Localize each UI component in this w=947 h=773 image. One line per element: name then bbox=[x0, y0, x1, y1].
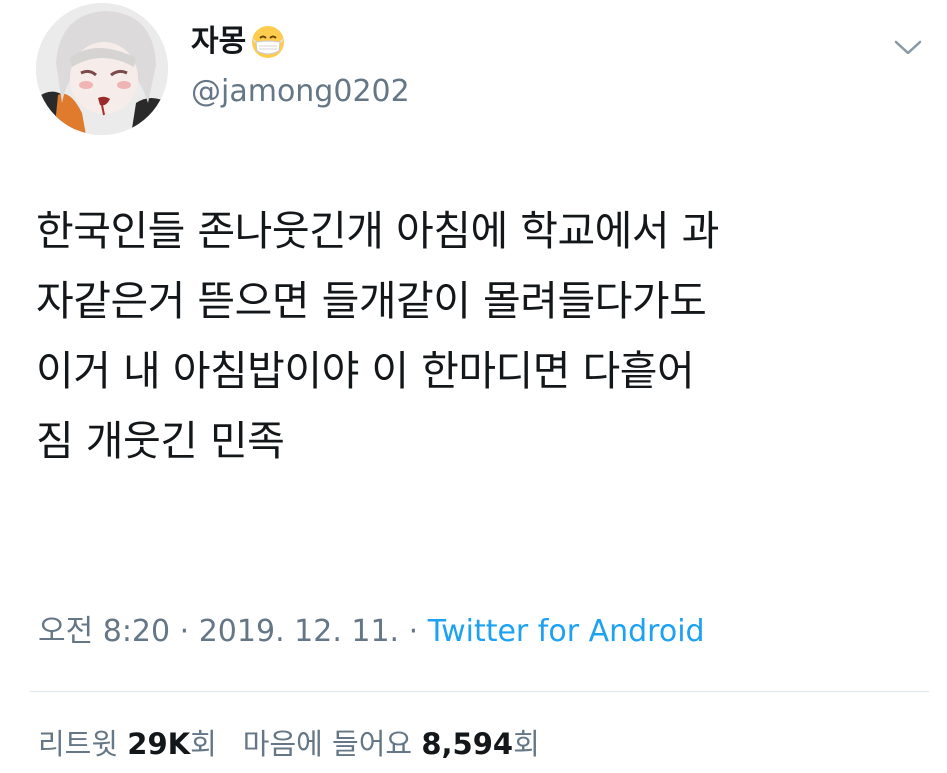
display-name[interactable]: 자몽 bbox=[191, 24, 286, 60]
like-count: 8,594 bbox=[421, 727, 514, 761]
tweet-stats: 리트윗 29K회 마음에 들어요 8,594회 bbox=[38, 722, 540, 766]
tweet-time[interactable]: 오전 8:20 bbox=[38, 614, 170, 649]
tweet-text: 한국인들 존나웃긴개 아침에 학교에서 과 자같은거 뜯으면 들개같이 몰려들다… bbox=[36, 207, 719, 465]
retweet-label: 리트윗 bbox=[38, 727, 119, 761]
like-stat[interactable]: 마음에 들어요 8,594회 bbox=[243, 727, 540, 761]
avatar[interactable] bbox=[36, 3, 168, 135]
user-handle[interactable]: @jamong0202 bbox=[191, 74, 410, 110]
face-with-medical-mask-icon bbox=[250, 24, 286, 60]
meta-separator: · bbox=[170, 614, 199, 649]
tweet-date[interactable]: 2019. 12. 11. bbox=[199, 614, 399, 649]
divider bbox=[30, 691, 929, 692]
meta-separator: · bbox=[399, 614, 428, 649]
retweet-count: 29K bbox=[127, 727, 191, 761]
like-label: 마음에 들어요 bbox=[242, 727, 413, 761]
tweet-source-link[interactable]: Twitter for Android bbox=[428, 614, 705, 649]
retweet-unit: 회 bbox=[190, 727, 217, 761]
retweet-stat[interactable]: 리트윗 29K회 bbox=[38, 727, 217, 761]
tweet-meta: 오전 8:20 · 2019. 12. 11. · Twitter for An… bbox=[38, 610, 705, 654]
chevron-down-icon[interactable] bbox=[893, 36, 923, 58]
display-name-text: 자몽 bbox=[191, 24, 247, 59]
like-unit: 회 bbox=[513, 727, 540, 761]
